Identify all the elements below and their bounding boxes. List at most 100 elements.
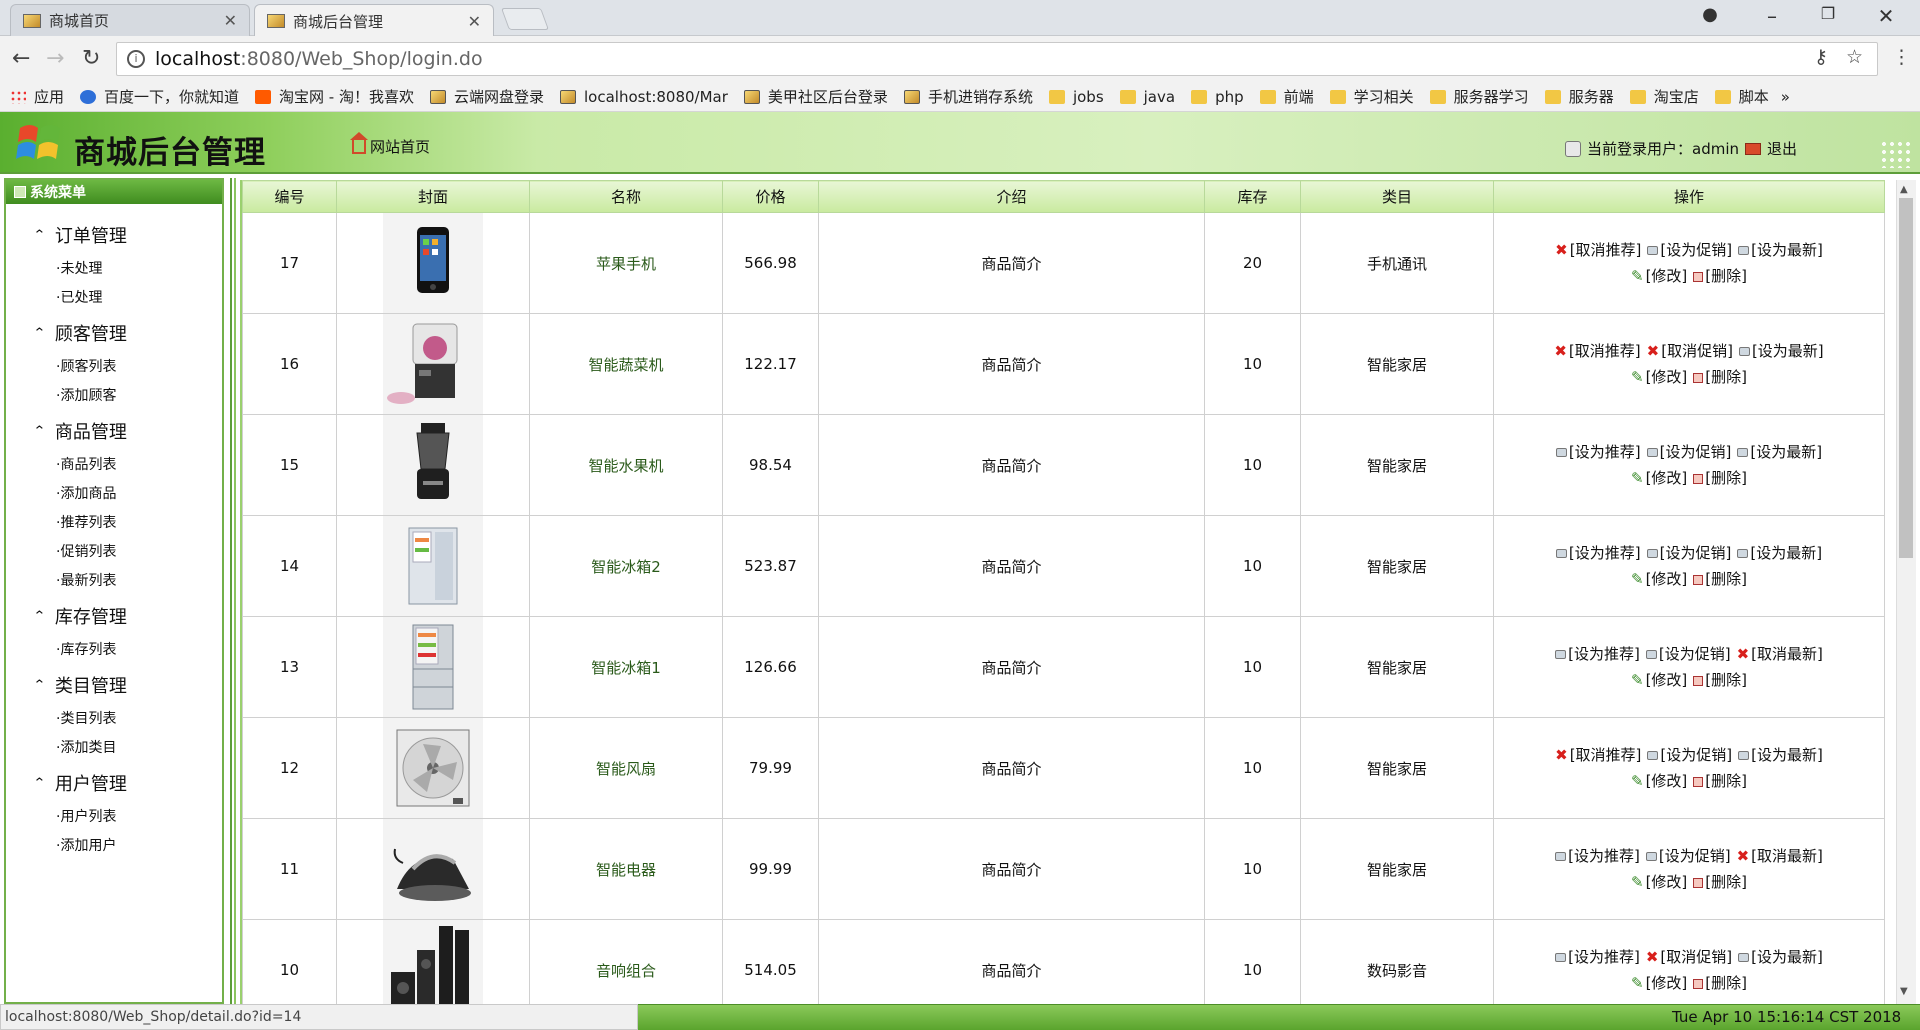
reload-icon[interactable]: ↻ bbox=[82, 46, 100, 71]
sidebar-item[interactable]: ·推荐列表 bbox=[56, 512, 116, 532]
minimize-icon[interactable]: – bbox=[1752, 4, 1792, 28]
delete-link[interactable]: [删除] bbox=[1693, 772, 1747, 790]
bookmark-item[interactable]: 美甲社区后台登录 bbox=[743, 86, 888, 107]
action-link[interactable]: [设为最新] bbox=[1737, 544, 1822, 562]
sidebar-item[interactable]: ·促销列表 bbox=[56, 541, 116, 561]
sidebar-group[interactable]: ⌃ 顾客管理 bbox=[33, 320, 127, 346]
product-cover-image[interactable] bbox=[383, 617, 483, 717]
bookmark-item[interactable]: jobs bbox=[1048, 88, 1104, 106]
bookmark-star-icon[interactable]: ☆ bbox=[1846, 46, 1863, 68]
action-link[interactable]: [设为促销] bbox=[1645, 847, 1731, 865]
action-link[interactable]: [设为最新] bbox=[1738, 241, 1823, 259]
edit-link[interactable]: ✎ [修改] bbox=[1631, 873, 1687, 891]
delete-link[interactable]: [删除] bbox=[1693, 368, 1747, 386]
delete-link[interactable]: [删除] bbox=[1693, 570, 1747, 588]
bookmark-item[interactable]: 脚本 bbox=[1714, 86, 1769, 107]
sidebar-item[interactable]: ·添加商品 bbox=[56, 483, 116, 503]
bookmark-item[interactable]: 前端 bbox=[1259, 86, 1314, 107]
action-link[interactable]: [设为推荐] bbox=[1555, 645, 1640, 663]
bookmarks-more-icon[interactable]: » bbox=[1781, 88, 1790, 106]
action-link[interactable]: [设为最新] bbox=[1737, 443, 1822, 461]
edit-link[interactable]: ✎ [修改] bbox=[1631, 570, 1687, 588]
delete-link[interactable]: [删除] bbox=[1693, 469, 1747, 487]
action-link[interactable]: ✖ [取消最新] bbox=[1737, 847, 1823, 865]
bookmark-item[interactable]: 服务器 bbox=[1544, 86, 1614, 107]
product-name-link[interactable]: 智能冰箱1 bbox=[529, 616, 723, 718]
product-cover-image[interactable] bbox=[383, 314, 483, 414]
action-link[interactable]: ✖ [取消推荐] bbox=[1554, 342, 1640, 360]
sidebar-item[interactable]: ·未处理 bbox=[56, 258, 102, 278]
action-link[interactable]: ✖ [取消最新] bbox=[1737, 645, 1823, 663]
close-tab-icon[interactable]: ✕ bbox=[468, 12, 481, 31]
logout-link[interactable]: 退出 bbox=[1767, 138, 1797, 159]
bookmark-item[interactable]: 云端网盘登录 bbox=[429, 86, 544, 107]
action-link[interactable]: [设为促销] bbox=[1647, 241, 1732, 259]
sidebar-item[interactable]: ·类目列表 bbox=[56, 708, 116, 728]
sidebar-item[interactable]: ·添加顾客 bbox=[56, 385, 116, 405]
sidebar-group[interactable]: ⌃ 库存管理 bbox=[33, 603, 127, 629]
bookmark-item[interactable]: 手机进销存系统 bbox=[903, 86, 1033, 107]
bookmark-item[interactable]: 应用 bbox=[10, 86, 64, 107]
edit-link[interactable]: ✎ [修改] bbox=[1631, 671, 1687, 689]
close-tab-icon[interactable]: ✕ bbox=[224, 11, 237, 30]
sidebar-item[interactable]: ·库存列表 bbox=[56, 639, 116, 659]
action-link[interactable]: ✖ [取消促销] bbox=[1647, 342, 1733, 360]
product-cover-image[interactable] bbox=[383, 819, 483, 919]
forward-icon[interactable]: → bbox=[46, 46, 64, 71]
sidebar-group[interactable]: ⌃ 商品管理 bbox=[33, 418, 127, 444]
product-cover-image[interactable] bbox=[383, 718, 483, 818]
bookmark-item[interactable]: 服务器学习 bbox=[1429, 86, 1529, 107]
edit-link[interactable]: ✎ [修改] bbox=[1631, 469, 1687, 487]
product-cover-image[interactable] bbox=[383, 213, 483, 313]
window-close-icon[interactable]: ✕ bbox=[1866, 4, 1906, 28]
action-link[interactable]: [设为促销] bbox=[1646, 443, 1731, 461]
new-tab-button[interactable] bbox=[500, 8, 550, 30]
sidebar-item[interactable]: ·添加用户 bbox=[56, 835, 116, 855]
menu-icon[interactable]: ⋮ bbox=[1892, 46, 1911, 68]
product-cover-image[interactable] bbox=[383, 920, 483, 1004]
key-icon[interactable]: ⚷ bbox=[1814, 46, 1828, 68]
product-name-link[interactable]: 智能电器 bbox=[529, 818, 723, 920]
profile-icon[interactable]: ● bbox=[1690, 4, 1730, 25]
product-cover-image[interactable] bbox=[383, 516, 483, 616]
address-bar[interactable]: i localhost:8080/Web_Shop/login.do bbox=[116, 42, 1878, 76]
delete-link[interactable]: [删除] bbox=[1693, 267, 1747, 285]
action-link[interactable]: [设为推荐] bbox=[1555, 544, 1641, 562]
sidebar-item[interactable]: ·顾客列表 bbox=[56, 356, 116, 376]
sidebar-item[interactable]: ·已处理 bbox=[56, 287, 102, 307]
action-link[interactable]: [设为最新] bbox=[1738, 746, 1823, 764]
action-link[interactable]: [设为推荐] bbox=[1555, 948, 1640, 966]
sidebar-group[interactable]: ⌃ 类目管理 bbox=[33, 672, 127, 698]
action-link[interactable]: ✖ [取消促销] bbox=[1646, 948, 1732, 966]
info-icon[interactable]: i bbox=[127, 50, 145, 68]
product-name-link[interactable]: 智能水果机 bbox=[529, 414, 723, 516]
bookmark-item[interactable]: java bbox=[1119, 88, 1175, 106]
product-name-link[interactable]: 智能风扇 bbox=[529, 717, 723, 819]
edit-link[interactable]: ✎ [修改] bbox=[1631, 974, 1687, 992]
action-link[interactable]: ✖ [取消推荐] bbox=[1555, 746, 1641, 764]
tab-admin[interactable]: 商城后台管理 ✕ bbox=[254, 4, 494, 37]
action-link[interactable]: [设为促销] bbox=[1645, 645, 1731, 663]
sidebar-item[interactable]: ·用户列表 bbox=[56, 806, 116, 826]
back-icon[interactable]: ← bbox=[12, 46, 30, 71]
bookmark-item[interactable]: 百度一下，你就知道 bbox=[80, 86, 239, 107]
edit-link[interactable]: ✎ [修改] bbox=[1631, 368, 1687, 386]
restore-icon[interactable]: ❐ bbox=[1808, 4, 1848, 23]
action-link[interactable]: [设为促销] bbox=[1647, 746, 1732, 764]
edit-link[interactable]: ✎ [修改] bbox=[1631, 772, 1687, 790]
sidebar-group[interactable]: ⌃ 订单管理 bbox=[33, 222, 127, 248]
sidebar-group[interactable]: ⌃ 用户管理 bbox=[33, 770, 127, 796]
sidebar-item[interactable]: ·商品列表 bbox=[56, 454, 116, 474]
site-home-link[interactable]: 网站首页 bbox=[350, 131, 430, 157]
bookmark-item[interactable]: 学习相关 bbox=[1329, 86, 1414, 107]
scrollbar-thumb[interactable] bbox=[1899, 198, 1913, 558]
sidebar-item[interactable]: ·添加类目 bbox=[56, 737, 116, 757]
scroll-up-icon[interactable]: ▲ bbox=[1900, 184, 1908, 195]
product-name-link[interactable]: 智能蔬菜机 bbox=[529, 313, 723, 415]
sidebar-item[interactable]: ·最新列表 bbox=[56, 570, 116, 590]
action-link[interactable]: [设为最新] bbox=[1738, 342, 1824, 360]
frame-splitter[interactable] bbox=[226, 178, 240, 1004]
action-link[interactable]: [设为促销] bbox=[1646, 544, 1731, 562]
product-name-link[interactable]: 苹果手机 bbox=[529, 212, 723, 314]
edit-link[interactable]: ✎ [修改] bbox=[1631, 267, 1687, 285]
